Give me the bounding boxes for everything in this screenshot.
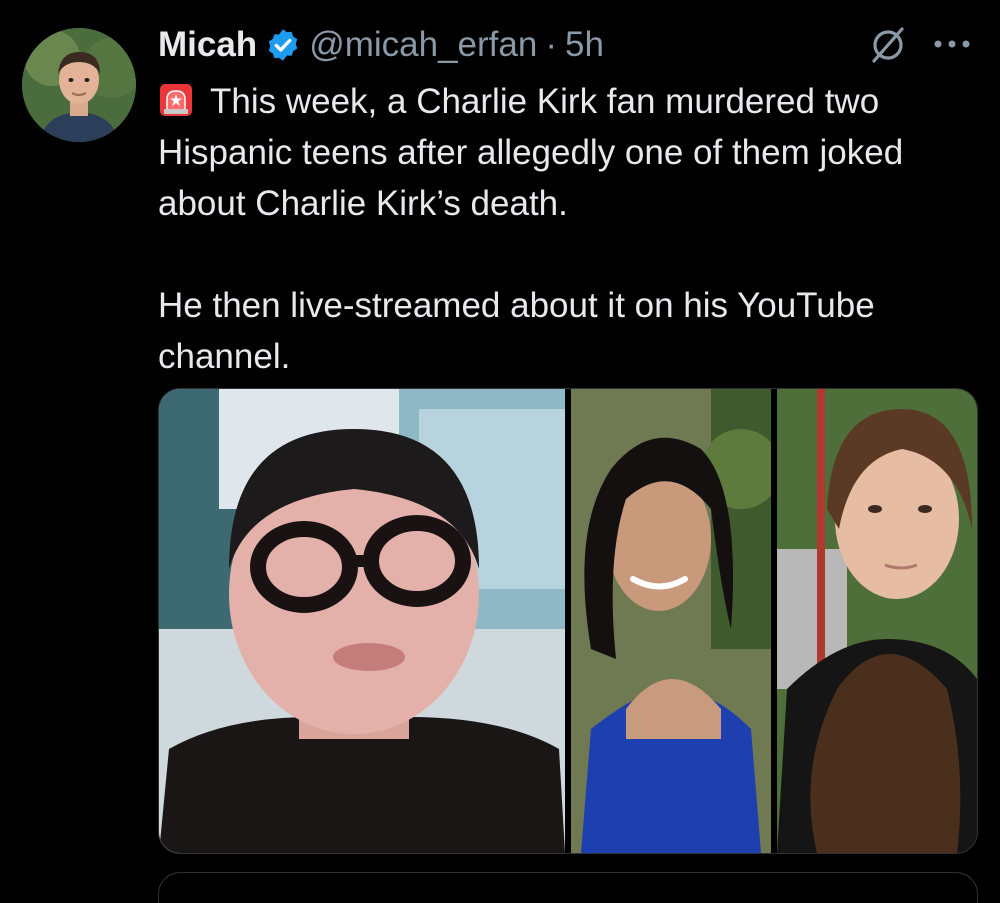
more-options-icon[interactable]: [930, 32, 974, 56]
author-handle[interactable]: @micah_erfan: [309, 25, 537, 65]
photo-1-image: [159, 389, 565, 853]
photo-3-image: [777, 389, 977, 853]
media-photo-1[interactable]: [159, 389, 565, 853]
grok-icon[interactable]: [868, 25, 908, 65]
avatar-image: [22, 28, 136, 142]
tweet-text: This week, a Charlie Kirk fan murdered t…: [158, 76, 978, 382]
header-separator: ·: [545, 25, 557, 64]
tweet-card[interactable]: Micah @micah_erfan · 5h This week, a Cha…: [0, 0, 1000, 903]
tweet-paragraph-1: This week, a Charlie Kirk fan murdered t…: [158, 76, 978, 229]
media-grid: [158, 388, 978, 854]
next-card-edge: [158, 872, 978, 903]
siren-icon: [160, 84, 192, 116]
author-avatar[interactable]: [22, 28, 136, 142]
media-photo-2[interactable]: [571, 389, 771, 853]
verified-badge-icon: [268, 29, 298, 61]
tweet-header: Micah @micah_erfan · 5h: [158, 20, 604, 70]
tweet-paragraph-2: He then live-streamed about it on his Yo…: [158, 286, 875, 376]
author-name[interactable]: Micah: [158, 25, 257, 65]
photo-2-image: [571, 389, 771, 853]
media-photo-3[interactable]: [777, 389, 977, 853]
tweet-paragraph-1-text: This week, a Charlie Kirk fan murdered t…: [158, 82, 904, 223]
tweet-timestamp[interactable]: 5h: [565, 25, 604, 65]
